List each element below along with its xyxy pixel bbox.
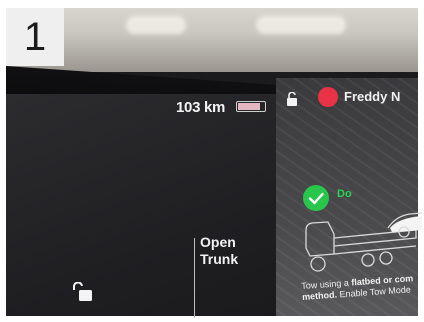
open-trunk-label-line1: Open: [200, 234, 236, 250]
unlocked-padlock-icon[interactable]: [72, 282, 94, 302]
divider: [194, 238, 195, 318]
battery-icon: [236, 101, 266, 112]
range-readout: 103 km: [176, 99, 226, 116]
step-badge: 1: [6, 8, 64, 66]
ceiling-background: [6, 8, 418, 72]
ceiling-light: [126, 16, 186, 34]
unlocked-padlock-icon[interactable]: [286, 92, 298, 106]
battery-fill: [238, 103, 260, 110]
flatbed-truck-icon: [305, 212, 422, 272]
profile-avatar[interactable]: [318, 87, 338, 107]
step-number: 1: [23, 15, 47, 59]
open-trunk-button[interactable]: Open Trunk: [200, 234, 238, 268]
ceiling-light: [256, 16, 346, 34]
profile-name[interactable]: Freddy N: [344, 89, 400, 104]
do-label: Do: [337, 188, 352, 200]
open-trunk-label-line2: Trunk: [200, 251, 239, 267]
